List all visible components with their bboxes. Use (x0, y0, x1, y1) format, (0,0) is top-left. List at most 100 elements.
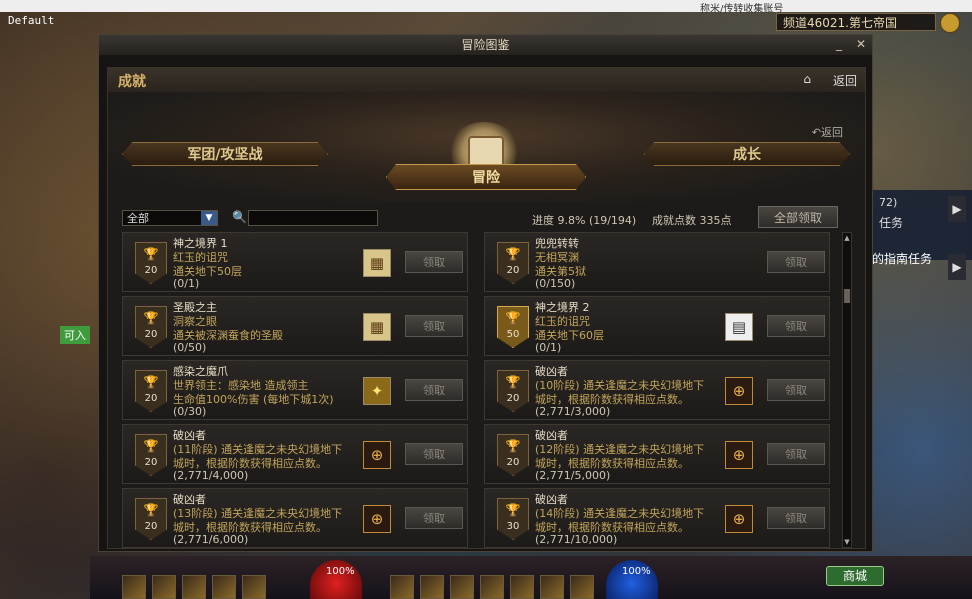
achievement-card[interactable]: 🏆 50 神之境界 2 红玉的诅咒 通关地下60层 (0/1) ▤ 领取 (484, 296, 830, 356)
skill-slot[interactable] (570, 575, 594, 599)
reward-item-icon[interactable]: ⊕ (725, 505, 753, 533)
achievement-card[interactable]: 🏆 20 破凶者 (10阶段) 通关逢魔之未央幻境地下 城时，根据阶数获得相应点数。 (2… (484, 360, 830, 420)
guide-task[interactable]: 的指南任务 (872, 250, 932, 267)
skill-slot[interactable] (540, 575, 564, 599)
achievement-points: 成就点数 335点 (652, 214, 732, 227)
receive-button[interactable]: 领取 (405, 507, 463, 529)
receive-button[interactable]: 领取 (767, 443, 825, 465)
search-icon[interactable]: 🔍 (232, 210, 247, 224)
skill-slot[interactable] (480, 575, 504, 599)
panel-title: 成就 (118, 74, 146, 90)
achievement-card[interactable]: 🏆 20 破凶者 (12阶段) 通关逢魔之未央幻境地下 城时，根据阶数获得相应点数。 (2… (484, 424, 830, 484)
window-titlebar[interactable]: 冒险图鉴 _ ✕ (99, 35, 872, 55)
expand-arrow-icon[interactable]: ▶ (948, 254, 966, 280)
tab-adventure[interactable]: 冒险 (386, 164, 586, 190)
undo-icon: ↶ (811, 126, 821, 139)
receive-button[interactable]: 领取 (405, 443, 463, 465)
achievement-progress: (2,771/10,000) (535, 533, 618, 546)
quest-count: 72) (879, 196, 898, 209)
enter-badge[interactable]: 可入 (60, 326, 90, 344)
scrollbar[interactable]: ▲ ▼ (842, 232, 852, 548)
achievement-points-value: 50 (506, 329, 520, 340)
channel-switch-icon[interactable] (940, 13, 960, 33)
expand-arrow-icon[interactable]: ▶ (948, 196, 966, 222)
channel-display[interactable]: 频道46021.第七帝国 (776, 13, 936, 31)
achievement-card[interactable]: 🏆 20 破凶者 (11阶段) 通关逢魔之未央幻境地下 城时，根据阶数获得相应点数。 (2… (122, 424, 468, 484)
reward-item-icon[interactable]: ⊕ (725, 441, 753, 469)
quickslot-item[interactable] (152, 575, 176, 599)
skill-slot[interactable] (390, 575, 414, 599)
reward-item-icon[interactable]: ⊕ (725, 377, 753, 405)
receive-button[interactable]: 领取 (767, 507, 825, 529)
skill-slot[interactable] (450, 575, 474, 599)
achievement-card[interactable]: 🏆 30 破凶者 (14阶段) 通关逢魔之未央幻境地下 城时，根据阶数获得相应点数。 (2… (484, 488, 830, 548)
reward-item-icon[interactable]: ▤ (725, 313, 753, 341)
scroll-down-icon[interactable]: ▼ (843, 537, 851, 547)
receive-button[interactable]: 领取 (405, 315, 463, 337)
trophy-icon: 🏆 (505, 503, 521, 517)
scroll-up-icon[interactable]: ▲ (843, 233, 851, 243)
receive-button[interactable]: 领取 (767, 315, 825, 337)
adventure-encyclopedia-window: 冒险图鉴 _ ✕ 成就 ⌂ 返回 ↶返回 军团/攻坚战 成长 冒险 全部 ▼ 🔍… (98, 34, 873, 552)
trophy-medal-icon: 🏆 20 (497, 242, 529, 284)
achievement-card[interactable]: 🏆 20 感染之魔爪 世界领主：感染地 造成领主 生命值100%伤害 (每地下城1次)(… (122, 360, 468, 420)
chevron-down-icon[interactable]: ▼ (201, 211, 217, 225)
trophy-medal-icon: 🏆 20 (497, 434, 529, 476)
achievement-card[interactable]: 🏆 20 兜兜转转 无相冥渊 通关第5狱 (0/150) 领取 (484, 232, 830, 292)
progress-text: 进度 9.8% (19/194) (532, 214, 637, 227)
trophy-icon: 🏆 (505, 311, 521, 325)
top-strip: 称米/传转收集账号 (0, 0, 972, 15)
quest-label: 任务 (879, 216, 904, 230)
achievement-card[interactable]: 🏆 20 破凶者 (13阶段) 通关逢魔之未央幻境地下 城时，根据阶数获得相应点数。 (2… (122, 488, 468, 548)
reward-item-icon[interactable]: ⊕ (363, 441, 391, 469)
reward-item-icon[interactable]: ⊕ (363, 505, 391, 533)
quickslot-item[interactable] (182, 575, 206, 599)
mp-percent: 100% (622, 566, 651, 577)
tab-growth[interactable]: 成长 (644, 142, 850, 166)
home-icon[interactable]: ⌂ (803, 72, 811, 86)
category-banner: ↶返回 军团/攻坚战 成长 冒险 (108, 92, 865, 202)
top-strip-text: 称米/传转收集账号 (700, 4, 784, 15)
category-filter-select[interactable]: 全部 ▼ (122, 210, 218, 226)
receive-button[interactable]: 领取 (405, 251, 463, 273)
trophy-medal-icon: 🏆 50 (497, 306, 529, 348)
achievement-progress: (2,771/5,000) (535, 469, 611, 482)
reward-item-icon[interactable]: ▦ (363, 313, 391, 341)
search-input[interactable] (248, 210, 378, 226)
achievement-points-value: 20 (144, 393, 158, 404)
trophy-medal-icon: 🏆 20 (135, 498, 167, 540)
back-button[interactable]: 返回 (833, 72, 857, 89)
claim-all-button[interactable]: 全部领取 (758, 206, 838, 228)
close-button[interactable]: ✕ (854, 37, 868, 51)
receive-button[interactable]: 领取 (767, 251, 825, 273)
trophy-icon: 🏆 (143, 439, 159, 453)
achievement-card[interactable]: 🏆 20 圣殿之主 洞察之眼 通关被深渊蚕食的圣殿 (0/50) ▦ 领取 (122, 296, 468, 356)
minimize-button[interactable]: _ (832, 37, 846, 51)
quickslot-item[interactable] (122, 575, 146, 599)
scroll-thumb[interactable] (844, 289, 850, 303)
achievement-points-value: 20 (144, 265, 158, 276)
achievement-progress: (2,771/6,000) (173, 533, 249, 546)
achievement-points-value: 20 (144, 457, 158, 468)
hp-percent: 100% (326, 566, 355, 577)
default-label: Default (8, 14, 55, 27)
achievement-card[interactable]: 🏆 20 神之境界 1 红玉的诅咒 通关地下50层 (0/1) ▦ 领取 (122, 232, 468, 292)
trophy-medal-icon: 🏆 20 (135, 242, 167, 284)
tab-legion-raid[interactable]: 军团/攻坚战 (122, 142, 328, 166)
trophy-icon: 🏆 (143, 375, 159, 389)
skill-slot[interactable] (510, 575, 534, 599)
achievement-progress: (2,771/4,000) (173, 469, 249, 482)
back-sub-button[interactable]: ↶返回 (812, 124, 843, 140)
reward-item-icon[interactable]: ▦ (363, 249, 391, 277)
mall-button[interactable]: 商城 (826, 566, 884, 586)
quickslot-item[interactable] (242, 575, 266, 599)
reward-item-icon[interactable]: ✦ (363, 377, 391, 405)
quickslot-item[interactable] (212, 575, 236, 599)
trophy-icon: 🏆 (505, 247, 521, 261)
achievement-panel: 成就 ⌂ 返回 ↶返回 军团/攻坚战 成长 冒险 全部 ▼ 🔍 进度 9.8% … (107, 67, 866, 549)
trophy-icon: 🏆 (505, 439, 521, 453)
trophy-medal-icon: 🏆 30 (497, 498, 529, 540)
skill-slot[interactable] (420, 575, 444, 599)
receive-button[interactable]: 领取 (405, 379, 463, 401)
receive-button[interactable]: 领取 (767, 379, 825, 401)
